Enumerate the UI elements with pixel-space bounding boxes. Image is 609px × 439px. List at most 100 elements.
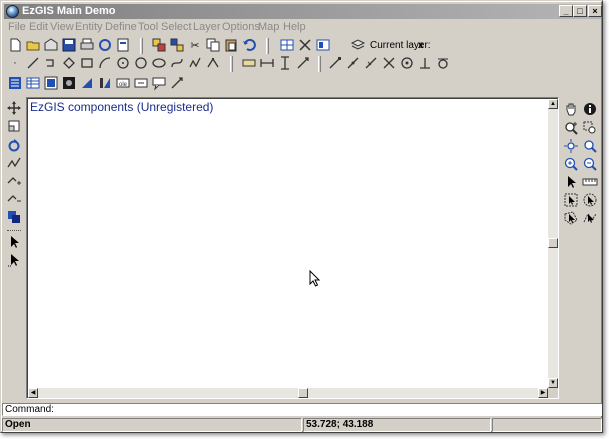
menu-define[interactable]: Define [105,21,137,33]
scroll-down-button[interactable]: ▼ [548,378,558,388]
snap-end-icon[interactable] [326,54,344,72]
scroll-up-button[interactable]: ▲ [548,99,558,109]
image-icon[interactable] [60,74,78,92]
reshape-icon[interactable] [5,154,23,172]
print-icon[interactable] [78,36,96,54]
align-left-icon[interactable] [78,74,96,92]
pointer-icon[interactable] [562,173,580,191]
horizontal-scroll-thumb[interactable] [298,388,308,398]
undo-icon[interactable] [240,36,258,54]
layer-color-icon[interactable] [5,208,23,226]
circle-icon[interactable] [132,54,150,72]
zoom-extents-icon[interactable] [562,137,580,155]
cut-icon[interactable]: ✂ [186,36,204,54]
group-icon[interactable] [150,36,168,54]
menu-help[interactable]: Help [283,21,306,33]
zoom-previous-icon[interactable] [581,137,599,155]
title-bar[interactable]: EzGIS Main Demo _ □ × [4,4,602,19]
rotate-icon[interactable] [5,136,23,154]
scroll-left-button[interactable]: ◀ [28,388,38,398]
drawing-canvas[interactable]: EzGIS components (Unregistered) ▲ ▼ ◀ ▶ [26,97,559,399]
table-icon[interactable] [24,74,42,92]
properties-icon[interactable] [114,36,132,54]
menu-entity[interactable]: Entity [75,21,103,33]
layers-icon[interactable] [349,36,367,54]
info-icon[interactable] [581,100,599,118]
grid-icon[interactable] [278,36,296,54]
command-input[interactable] [53,404,593,415]
layer-view-icon[interactable] [314,36,332,54]
text-box-icon[interactable] [132,74,150,92]
rectangle-icon[interactable] [78,54,96,72]
select-arrow-icon[interactable] [5,233,23,251]
copy-icon[interactable] [204,36,222,54]
save-icon[interactable] [60,36,78,54]
menu-map[interactable]: Map [258,21,279,33]
paste-icon[interactable] [222,36,240,54]
menu-options[interactable]: Options [222,21,260,33]
delete-vertex-icon[interactable] [5,190,23,208]
polygon-icon[interactable] [60,54,78,72]
snap-mid-icon[interactable] [344,54,362,72]
pan-move-icon[interactable] [5,99,23,117]
scroll-right-button[interactable]: ▶ [538,388,548,398]
scale-ruler-icon[interactable] [581,173,599,191]
theme-icon[interactable] [42,74,60,92]
menu-tool[interactable]: Tool [138,21,158,33]
arc-icon[interactable] [96,54,114,72]
menu-layer[interactable]: Layer [193,21,221,33]
snap-tangent-icon[interactable] [434,54,452,72]
hand-pan-icon[interactable] [562,100,580,118]
ellipse-icon[interactable] [150,54,168,72]
open-map-icon[interactable] [42,36,60,54]
horizontal-dim-icon[interactable] [258,54,276,72]
circle-3p-icon[interactable] [114,54,132,72]
leader-arrow-icon[interactable] [168,74,186,92]
horizontal-scrollbar[interactable]: ◀ ▶ [28,388,548,398]
ungroup-icon[interactable] [168,36,186,54]
menu-file[interactable]: File [8,21,26,33]
line-icon[interactable] [24,54,42,72]
point-icon[interactable]: · [6,54,24,72]
vertical-scrollbar[interactable]: ▲ ▼ [548,99,558,388]
snap-intersection-icon[interactable] [380,54,398,72]
new-file-icon[interactable] [6,36,24,54]
close-button[interactable]: × [588,5,602,17]
node-edit-icon[interactable] [204,54,222,72]
snap-perpendicular-icon[interactable] [416,54,434,72]
select-window-icon[interactable] [562,191,580,209]
zoom-realtime-icon[interactable] [562,119,580,137]
aligned-dim-icon[interactable] [294,54,312,72]
scale-icon[interactable] [5,117,23,135]
maximize-button[interactable]: □ [573,5,587,17]
menu-select[interactable]: Select [161,21,192,33]
polyline-icon[interactable] [42,54,60,72]
vertical-dim-icon[interactable] [276,54,294,72]
dimension-icon[interactable] [240,54,258,72]
ole-object-icon[interactable]: ole [114,74,132,92]
select-polygon-icon[interactable] [562,209,580,227]
add-vertex-icon[interactable] [5,172,23,190]
align-right-icon[interactable] [96,74,114,92]
zoom-in-icon[interactable] [562,155,580,173]
select-multiple-icon[interactable] [5,251,23,269]
refresh-icon[interactable] [96,36,114,54]
callout-icon[interactable] [150,74,168,92]
current-layer-value[interactable]: x [418,40,424,51]
open-file-icon[interactable] [24,36,42,54]
select-circle-icon[interactable] [581,191,599,209]
select-fence-icon[interactable] [581,209,599,227]
map-layer-icon[interactable] [6,74,24,92]
zoom-out-icon[interactable] [581,155,599,173]
menu-view[interactable]: View [50,21,74,33]
snap-center-icon[interactable] [398,54,416,72]
freehand-icon[interactable] [186,54,204,72]
snap-icon[interactable] [296,36,314,54]
spline-icon[interactable] [168,54,186,72]
zoom-window-icon[interactable] [581,119,599,137]
menu-edit[interactable]: Edit [29,21,48,33]
canvas-viewport[interactable]: EzGIS components (Unregistered) ▲ ▼ ◀ ▶ [27,98,558,398]
snap-nearest-icon[interactable] [362,54,380,72]
vertical-scroll-thumb[interactable] [548,238,558,248]
app-globe-icon[interactable] [6,5,19,18]
